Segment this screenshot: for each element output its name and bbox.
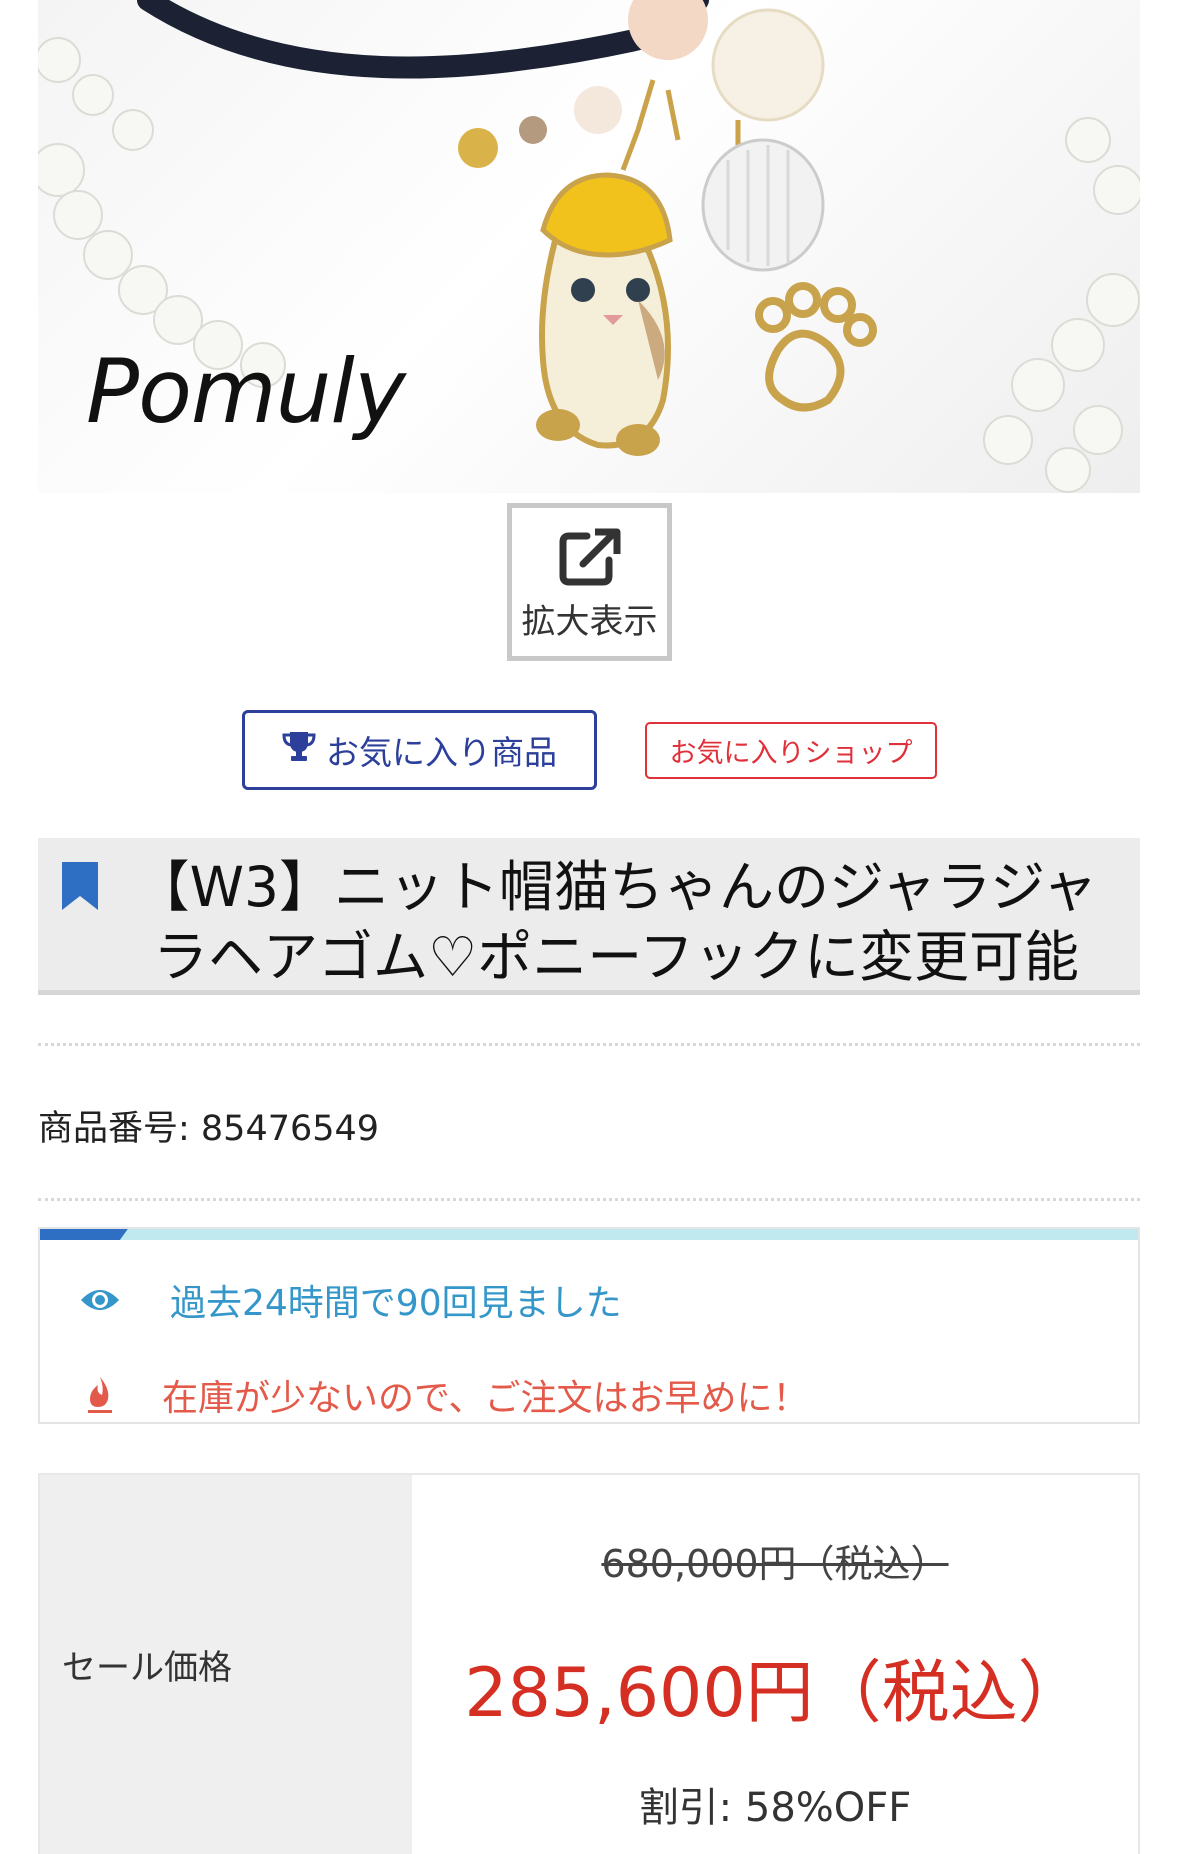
- stock-row: 在庫が少ないので、ご注文はお早めに！: [60, 1369, 809, 1421]
- sale-price-label: セール価格: [40, 1475, 412, 1854]
- trophy-icon: [282, 730, 316, 770]
- divider: [38, 1043, 1140, 1046]
- activity-info-box: 過去24時間で90回見ました 在庫が少ないので、ご注文はお早めに！: [38, 1227, 1140, 1424]
- product-number: 商品番号: 85476549: [38, 1109, 380, 1149]
- sale-price: 285,600円（税込）: [464, 1654, 1086, 1733]
- external-link-icon: [559, 528, 621, 590]
- favorite-shop-label: お気に入りショップ: [669, 738, 913, 769]
- eye-icon: [60, 1286, 140, 1314]
- activity-progress-bar: [40, 1229, 1138, 1240]
- price-table: セール価格 680,000円（税込） 285,600円（税込） 割引: 58%O…: [38, 1473, 1140, 1854]
- zoom-view-button[interactable]: 拡大表示: [507, 503, 672, 661]
- fire-icon: [60, 1375, 140, 1415]
- bookmark-icon: [60, 860, 100, 916]
- brand-watermark: Pomuly: [86, 340, 406, 443]
- price-value-cell: 680,000円（税込） 285,600円（税込） 割引: 58%OFF: [412, 1475, 1138, 1854]
- favorite-shop-button[interactable]: お気に入りショップ: [645, 722, 937, 779]
- zoom-view-label: 拡大表示: [521, 602, 658, 642]
- favorite-item-label: お気に入り商品: [326, 733, 557, 772]
- original-price: 680,000円（税込）: [601, 1542, 949, 1586]
- product-image[interactable]: Pomuly: [38, 0, 1140, 493]
- divider: [38, 1198, 1140, 1201]
- activity-progress-fill: [40, 1229, 128, 1240]
- favorite-item-button[interactable]: お気に入り商品: [242, 710, 597, 790]
- product-title-box: 【W3】ニット帽猫ちゃんのジャラジャラヘアゴム♡ポニーフックに変更可能: [38, 838, 1140, 995]
- discount-text: 割引: 58%OFF: [638, 1785, 912, 1831]
- stock-text: 在庫が少ないので、ご注文はお早めに！: [162, 1378, 809, 1419]
- product-page: Pomuly 拡大表示 お気に入り商品 お気に入りショップ 【W3】ニット帽猫ち…: [0, 0, 1179, 1854]
- views-text: 過去24時間で90回見ました: [170, 1283, 622, 1324]
- views-row: 過去24時間で90回見ました: [60, 1274, 622, 1326]
- product-title: 【W3】ニット帽猫ちゃんのジャラジャラヘアゴム♡ポニーフックに変更可能: [134, 855, 1098, 989]
